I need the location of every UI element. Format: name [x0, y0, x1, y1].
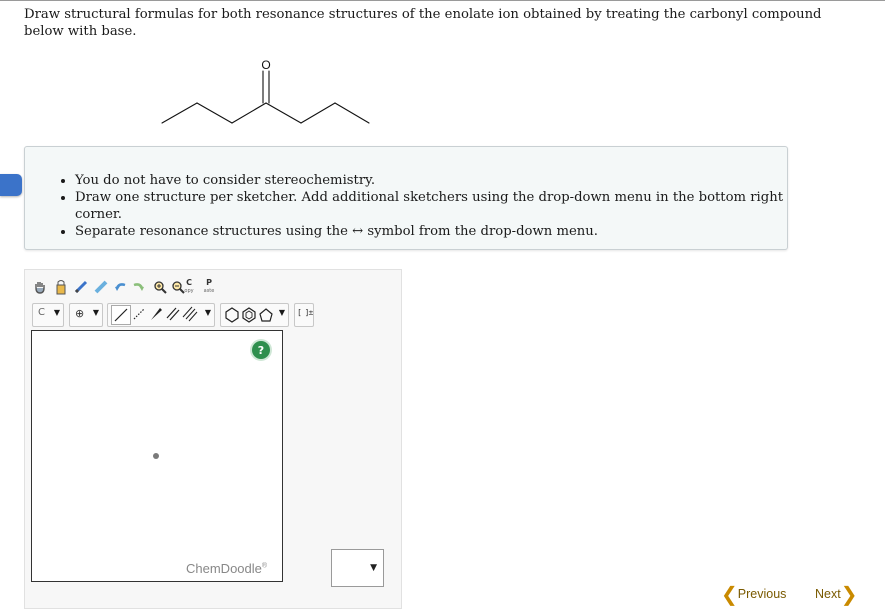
hashed-bond-button[interactable] — [131, 305, 147, 323]
bond-6 — [334, 102, 370, 124]
chevron-down-icon[interactable]: ▼ — [205, 308, 211, 317]
next-button[interactable]: Next ❯ — [815, 582, 858, 606]
paste-button[interactable]: P aste — [200, 276, 218, 298]
bracket-button[interactable]: [ ]± — [294, 303, 314, 327]
side-panel-tab[interactable] — [0, 174, 22, 196]
canvas-cursor-dot — [153, 453, 159, 459]
chevron-down-icon[interactable]: ▼ — [279, 308, 285, 317]
eraser-icon[interactable] — [73, 278, 89, 296]
paste-label-bottom: aste — [203, 288, 215, 294]
bond-4 — [265, 102, 302, 124]
bond-1 — [161, 102, 198, 124]
bond-2 — [196, 102, 233, 124]
top-divider — [0, 0, 885, 1]
help-icon[interactable]: ? — [252, 341, 270, 359]
zoom-in-icon[interactable] — [152, 278, 168, 296]
instruction-item: Draw one structure per sketcher. Add add… — [75, 189, 787, 223]
chemdoodle-watermark: ChemDoodle® — [186, 561, 267, 576]
redo-icon[interactable] — [130, 278, 146, 296]
question-text: Draw structural formulas for both resona… — [24, 7, 822, 39]
chevron-down-icon: ▼ — [370, 563, 377, 573]
paste-label-top: P — [206, 278, 212, 287]
single-bond-button[interactable] — [111, 305, 131, 325]
bracket-icon: [ ]± — [297, 308, 313, 317]
chevron-right-icon: ❯ — [840, 582, 858, 606]
double-bond-button[interactable] — [165, 305, 181, 323]
atom-label: C — [38, 307, 45, 318]
charge-plus-icon: ⊕ — [75, 307, 85, 320]
next-label: Next — [815, 587, 841, 601]
copy-label-bottom: opy — [184, 288, 194, 294]
lasso-select-icon[interactable] — [53, 278, 69, 296]
undo-icon[interactable] — [113, 278, 129, 296]
instruction-item: You do not have to consider stereochemis… — [75, 172, 787, 189]
atom-dropdown[interactable]: C ▼ — [32, 303, 64, 327]
cyclohexane-ring-button[interactable] — [224, 306, 240, 324]
hand-pan-icon[interactable] — [32, 278, 48, 296]
previous-button[interactable]: ❮ Previous — [721, 582, 787, 606]
bond-tool-group: ▼ — [107, 303, 215, 327]
benzene-ring-button[interactable] — [241, 306, 257, 324]
chevron-down-icon: ▼ — [92, 308, 99, 317]
previous-label: Previous — [737, 587, 787, 601]
oxygen-atom-label: O — [261, 58, 270, 72]
chevron-left-icon: ❮ — [721, 582, 738, 606]
bond-5 — [300, 102, 336, 124]
copy-button[interactable]: C opy — [180, 276, 198, 298]
triple-bond-button[interactable] — [182, 305, 198, 323]
instruction-item: Separate resonance structures using the … — [75, 223, 787, 240]
instructions-box: You do not have to consider stereochemis… — [24, 146, 788, 250]
bond-3 — [231, 102, 267, 124]
watermark-mark: ® — [261, 562, 268, 570]
sketcher-dropdown[interactable]: ▼ — [331, 549, 384, 587]
watermark-text: ChemDoodle — [186, 561, 262, 576]
clear-icon[interactable] — [93, 278, 109, 296]
charge-dropdown[interactable]: ⊕ ▼ — [69, 303, 103, 327]
copy-label-top: C — [186, 278, 192, 287]
molecule-structure: O — [161, 58, 370, 124]
chevron-down-icon: ▼ — [53, 308, 60, 317]
wedge-bond-button[interactable] — [148, 305, 164, 323]
ring-tool-group: ▼ — [220, 303, 289, 327]
instructions-list: You do not have to consider stereochemis… — [25, 172, 787, 240]
cyclopentane-ring-button[interactable] — [258, 306, 274, 324]
